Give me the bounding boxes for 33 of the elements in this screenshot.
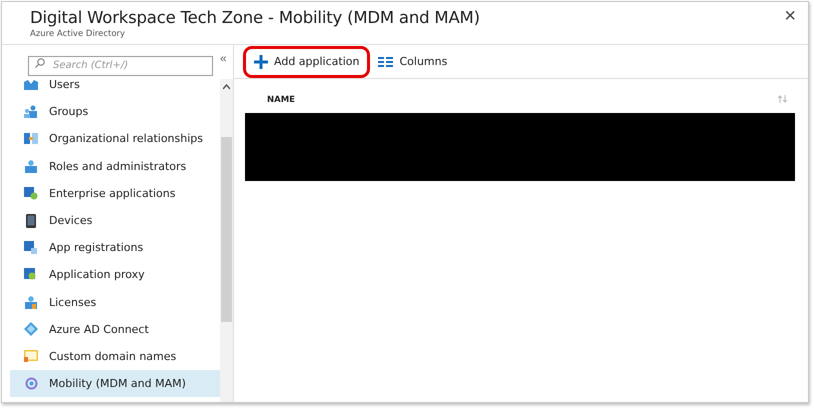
columns-icon	[378, 56, 394, 66]
nav-item[interactable]: Azure AD Connect	[10, 316, 220, 343]
nav-item[interactable]: Roles and administrators	[10, 152, 220, 180]
collapse-button[interactable]: «	[220, 53, 227, 63]
nav-item[interactable]: Licenses	[10, 288, 220, 316]
person-icon	[25, 160, 37, 173]
card-icon	[24, 350, 38, 362]
add-button[interactable]: Add application	[246, 48, 368, 74]
nav-item[interactable]: Enterprise applications	[10, 180, 220, 207]
nav-item[interactable]: Users	[10, 79, 220, 98]
sort-icon[interactable]	[778, 95, 787, 103]
nav-item[interactable]: App registrations	[10, 234, 220, 262]
group-icon	[24, 105, 38, 118]
columns-button[interactable]: Columns	[370, 49, 456, 74]
nav-item[interactable]: Custom domain names	[10, 342, 220, 370]
close-button[interactable]: ×	[782, 6, 798, 26]
column-header[interactable]: NAME	[267, 95, 295, 113]
diamond-icon	[24, 322, 38, 336]
search-field[interactable]: Search (Ctrl+/)	[28, 56, 213, 76]
plus-icon	[254, 54, 268, 68]
person-icon	[25, 296, 37, 309]
scroll-up-icon[interactable]	[223, 84, 230, 90]
nav-item[interactable]: Organizational relationships	[10, 125, 220, 153]
phone-icon	[26, 214, 36, 228]
search-icon	[35, 58, 45, 68]
nav-item[interactable]: Application proxy	[10, 261, 220, 288]
nav-item[interactable]: Groups	[10, 98, 220, 126]
nav-item[interactable]: Devices	[10, 206, 220, 234]
scrollbar[interactable]	[220, 79, 233, 402]
scrollbar-thumb[interactable]	[221, 137, 232, 322]
nav-item[interactable]: Mobility (MDM and MAM)	[10, 370, 220, 398]
window-title: Digital Workspace Tech Zone - Mobility (MDM and MAM)	[30, 8, 480, 27]
window-subtitle: Azure Active Directory	[30, 29, 126, 39]
